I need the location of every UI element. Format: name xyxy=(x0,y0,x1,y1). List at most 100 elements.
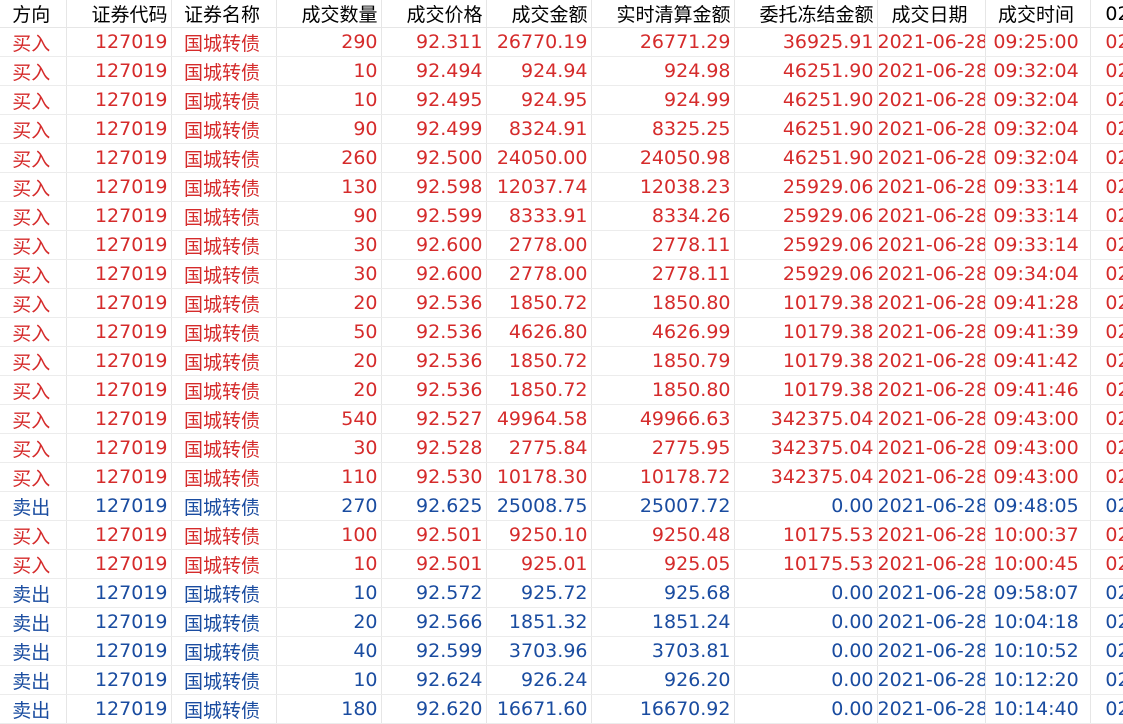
table-row[interactable]: 买入 127019 国城转债 10 92.495 924.95 924.99 46251.90… xyxy=(0,85,1123,115)
cell-amount: 4626.80 xyxy=(486,317,592,347)
cell-trade-time: 09:33:14 xyxy=(985,230,1091,260)
cell-quantity: 10 xyxy=(276,85,382,115)
table-row[interactable]: 买入 127019 国城转债 50 92.536 4626.80 4626.99 10179.… xyxy=(0,317,1123,347)
cell-trade-date: 2021-06-28 xyxy=(877,346,986,376)
table-row[interactable]: 买入 127019 国城转债 90 92.499 8324.91 8325.25 46251.… xyxy=(0,114,1123,144)
cell-quantity: 90 xyxy=(276,201,382,231)
table-row[interactable]: 买入 127019 国城转债 20 92.536 1850.72 1850.80 10179.… xyxy=(0,375,1123,405)
cell-amount: 925.01 xyxy=(486,549,592,579)
cell-price: 92.311 xyxy=(381,27,487,57)
cell-trade-date: 2021-06-28 xyxy=(877,288,986,318)
cell-settlement-amount: 12038.23 xyxy=(591,172,735,202)
cell-direction: 卖出 xyxy=(0,607,67,637)
header-settlement-amount[interactable]: 实时清算金额 xyxy=(591,0,735,28)
cell-extra: 029 xyxy=(1090,27,1123,57)
header-frozen-amount[interactable]: 委托冻结金额 xyxy=(734,0,878,28)
cell-trade-date: 2021-06-28 xyxy=(877,375,986,405)
table-row[interactable]: 卖出 127019 国城转债 10 92.572 925.72 925.68 0.00 2021… xyxy=(0,578,1123,608)
cell-security-code: 127019 xyxy=(66,201,172,231)
cell-trade-date: 2021-06-28 xyxy=(877,578,986,608)
header-trade-time[interactable]: 成交时间 xyxy=(985,0,1091,28)
cell-amount: 25008.75 xyxy=(486,491,592,521)
cell-amount: 2778.00 xyxy=(486,230,592,260)
table-row[interactable]: 买入 127019 国城转债 10 92.501 925.01 925.05 10175.53… xyxy=(0,549,1123,579)
cell-trade-date: 2021-06-28 xyxy=(877,636,986,666)
cell-security-name: 国城转债 xyxy=(171,317,277,347)
table-row[interactable]: 卖出 127019 国城转债 40 92.599 3703.96 3703.81 0.00 20… xyxy=(0,636,1123,666)
table-row[interactable]: 买入 127019 国城转债 290 92.311 26770.19 26771.29 369… xyxy=(0,27,1123,57)
table-row[interactable]: 买入 127019 国城转债 130 92.598 12037.74 12038.23 259… xyxy=(0,172,1123,202)
cell-extra: 029 xyxy=(1090,665,1123,695)
cell-frozen-amount: 25929.06 xyxy=(734,259,878,289)
table-row[interactable]: 买入 127019 国城转债 90 92.599 8333.91 8334.26 25929.… xyxy=(0,201,1123,231)
cell-quantity: 100 xyxy=(276,520,382,550)
cell-security-code: 127019 xyxy=(66,56,172,86)
table-row[interactable]: 买入 127019 国城转债 540 92.527 49964.58 49966.63 342… xyxy=(0,404,1123,434)
cell-security-name: 国城转债 xyxy=(171,578,277,608)
table-row[interactable]: 买入 127019 国城转债 30 92.600 2778.00 2778.11 25929.… xyxy=(0,230,1123,260)
cell-frozen-amount: 342375.04 xyxy=(734,433,878,463)
table-row[interactable]: 卖出 127019 国城转债 20 92.566 1851.32 1851.24 0.00 20… xyxy=(0,607,1123,637)
cell-security-name: 国城转债 xyxy=(171,520,277,550)
table-row[interactable]: 买入 127019 国城转债 100 92.501 9250.10 9250.48 10175… xyxy=(0,520,1123,550)
cell-settlement-amount: 8325.25 xyxy=(591,114,735,144)
cell-security-name: 国城转债 xyxy=(171,665,277,695)
cell-trade-date: 2021-06-28 xyxy=(877,317,986,347)
cell-extra: 029 xyxy=(1090,317,1123,347)
header-quantity[interactable]: 成交数量 xyxy=(276,0,382,28)
cell-extra: 029 xyxy=(1090,201,1123,231)
cell-settlement-amount: 8334.26 xyxy=(591,201,735,231)
header-direction[interactable]: 方向 xyxy=(0,0,67,28)
cell-security-code: 127019 xyxy=(66,346,172,376)
cell-settlement-amount: 2778.11 xyxy=(591,259,735,289)
cell-amount: 1850.72 xyxy=(486,375,592,405)
cell-frozen-amount: 342375.04 xyxy=(734,462,878,492)
cell-direction: 买入 xyxy=(0,375,67,405)
table-row[interactable]: 买入 127019 国城转债 110 92.530 10178.30 10178.72 342… xyxy=(0,462,1123,492)
cell-extra: 029 xyxy=(1090,114,1123,144)
header-amount[interactable]: 成交金额 xyxy=(486,0,592,28)
table-row[interactable]: 买入 127019 国城转债 10 92.494 924.94 924.98 46251.90… xyxy=(0,56,1123,86)
cell-trade-time: 10:12:20 xyxy=(985,665,1091,695)
cell-price: 92.572 xyxy=(381,578,487,608)
cell-amount: 2778.00 xyxy=(486,259,592,289)
table-row[interactable]: 买入 127019 国城转债 260 92.500 24050.00 24050.98 462… xyxy=(0,143,1123,173)
cell-trade-time: 09:32:04 xyxy=(985,114,1091,144)
cell-trade-date: 2021-06-28 xyxy=(877,143,986,173)
cell-extra: 029 xyxy=(1090,491,1123,521)
cell-security-code: 127019 xyxy=(66,288,172,318)
cell-quantity: 180 xyxy=(276,694,382,724)
cell-amount: 16671.60 xyxy=(486,694,592,724)
header-extra[interactable]: 029 xyxy=(1090,0,1123,28)
cell-price: 92.625 xyxy=(381,491,487,521)
header-trade-date[interactable]: 成交日期 xyxy=(877,0,986,28)
table-row[interactable]: 买入 127019 国城转债 30 92.528 2775.84 2775.95 342375… xyxy=(0,433,1123,463)
cell-quantity: 50 xyxy=(276,317,382,347)
cell-settlement-amount: 26771.29 xyxy=(591,27,735,57)
header-security-code[interactable]: 证券代码 xyxy=(66,0,172,28)
cell-security-code: 127019 xyxy=(66,607,172,637)
cell-quantity: 110 xyxy=(276,462,382,492)
cell-direction: 买入 xyxy=(0,317,67,347)
cell-price: 92.536 xyxy=(381,317,487,347)
cell-trade-time: 09:32:04 xyxy=(985,56,1091,86)
cell-frozen-amount: 46251.90 xyxy=(734,143,878,173)
cell-direction: 买入 xyxy=(0,433,67,463)
table-row[interactable]: 买入 127019 国城转债 20 92.536 1850.72 1850.80 10179.… xyxy=(0,288,1123,318)
cell-settlement-amount: 924.99 xyxy=(591,85,735,115)
table-row[interactable]: 买入 127019 国城转债 30 92.600 2778.00 2778.11 25929.… xyxy=(0,259,1123,289)
header-security-name[interactable]: 证券名称 xyxy=(171,0,277,28)
header-price[interactable]: 成交价格 xyxy=(381,0,487,28)
table-row[interactable]: 卖出 127019 国城转债 10 92.624 926.24 926.20 0.00 2021… xyxy=(0,665,1123,695)
cell-amount: 3703.96 xyxy=(486,636,592,666)
table-row[interactable]: 买入 127019 国城转债 20 92.536 1850.72 1850.79 10179.… xyxy=(0,346,1123,376)
cell-trade-date: 2021-06-28 xyxy=(877,607,986,637)
cell-direction: 买入 xyxy=(0,114,67,144)
table-row[interactable]: 卖出 127019 国城转债 270 92.625 25008.75 25007.72 0.0… xyxy=(0,491,1123,521)
cell-security-name: 国城转债 xyxy=(171,259,277,289)
cell-trade-time: 10:00:45 xyxy=(985,549,1091,579)
table-row[interactable]: 卖出 127019 国城转债 180 92.620 16671.60 16670.92 0.0… xyxy=(0,694,1123,724)
cell-price: 92.599 xyxy=(381,201,487,231)
cell-price: 92.536 xyxy=(381,375,487,405)
cell-quantity: 30 xyxy=(276,259,382,289)
